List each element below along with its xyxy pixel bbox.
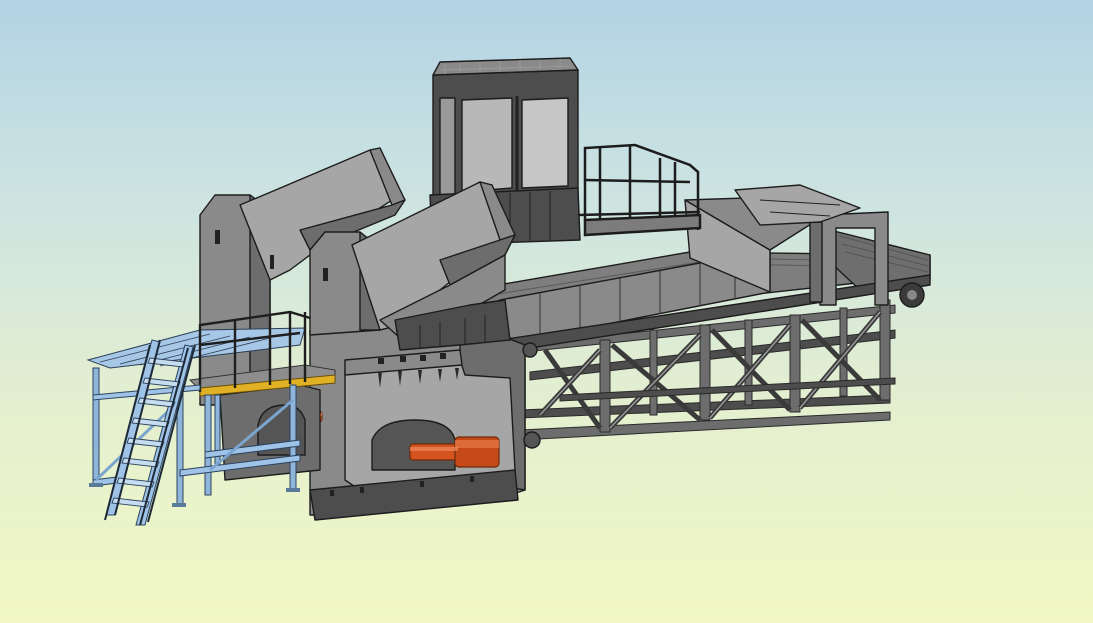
scrap-shear-baler-3d-model <box>86 57 931 526</box>
cabin-handrail <box>577 143 702 237</box>
cad-viewport[interactable] <box>0 0 1093 623</box>
shear-main-body <box>309 181 541 521</box>
